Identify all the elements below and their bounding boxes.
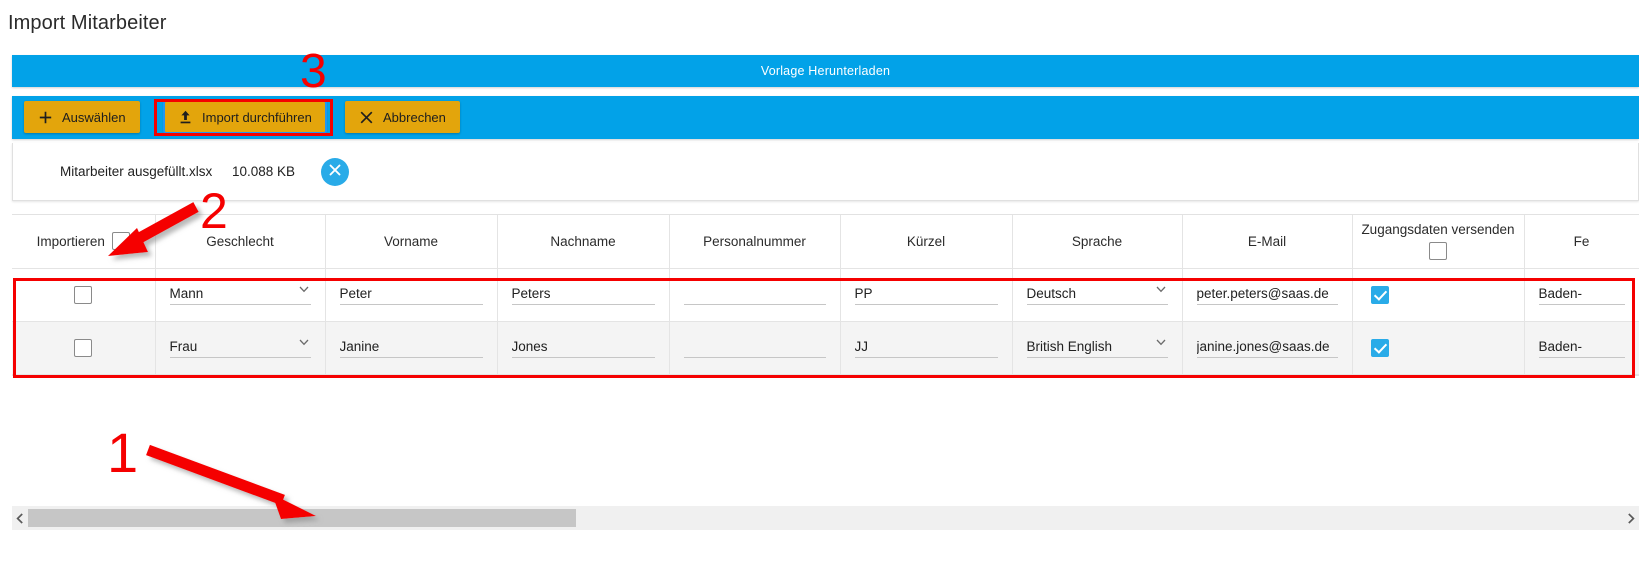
sprache-select[interactable]: British English	[1026, 337, 1168, 358]
import-preview-table-wrapper: Importieren Geschlecht Vorname Nachname …	[12, 214, 1639, 376]
email-input[interactable]	[1196, 284, 1338, 305]
cancel-button[interactable]: Abbrechen	[345, 101, 460, 133]
table-body: Mann Peter Peters PP Deutsch peter.peter…	[12, 268, 1639, 375]
chevron-left-icon[interactable]	[12, 506, 28, 530]
cell-sprache: Deutsch	[1012, 268, 1183, 322]
remove-file-button[interactable]	[321, 157, 349, 186]
cell-vorname	[325, 321, 498, 375]
page-title: Import Mitarbeiter	[8, 12, 167, 34]
kuerzel-input[interactable]	[854, 284, 998, 305]
nachname-input[interactable]	[511, 284, 655, 305]
select-all-import-checkbox[interactable]	[111, 232, 130, 251]
selected-file-size: 10.088 KB	[232, 164, 296, 179]
table-row: Mann Peter Peters PP Deutsch peter.peter…	[12, 268, 1639, 322]
sprache-select[interactable]: Deutsch	[1026, 284, 1168, 305]
cell-zugangsdaten	[1352, 268, 1525, 322]
scrollbar-track[interactable]	[28, 506, 1623, 530]
column-header-kuerzel: Kürzel	[840, 215, 1013, 269]
column-header-vorname: Vorname	[325, 215, 498, 269]
sprache-value: Deutsch	[1026, 286, 1077, 301]
row-import-checkbox[interactable]	[74, 338, 93, 357]
fe-input[interactable]	[1538, 284, 1625, 305]
personalnummer-input[interactable]	[683, 284, 826, 305]
import-preview-table: Importieren Geschlecht Vorname Nachname …	[12, 215, 1639, 375]
cancel-label: Abbrechen	[383, 109, 446, 125]
row-zugangsdaten-checkbox[interactable]	[1370, 338, 1389, 357]
table-header-row: Importieren Geschlecht Vorname Nachname …	[12, 215, 1639, 269]
column-header-zugangsdaten: Zugangsdaten versenden	[1352, 215, 1525, 269]
cell-importieren	[12, 321, 156, 375]
cell-geschlecht: Mann	[155, 268, 326, 322]
row-import-checkbox[interactable]	[74, 285, 93, 304]
column-header-zugangsdaten-label: Zugangsdaten versenden	[1361, 222, 1515, 238]
annotation-number-1: 1	[107, 421, 139, 484]
cell-personalnummer	[669, 321, 841, 375]
email-input[interactable]	[1196, 337, 1338, 358]
cell-kuerzel	[840, 268, 1013, 322]
sprache-value: British English	[1026, 339, 1113, 354]
chevron-down-icon	[1156, 286, 1166, 296]
column-header-email: E-Mail	[1182, 215, 1353, 269]
cell-nachname	[497, 321, 670, 375]
chevron-right-icon[interactable]	[1623, 506, 1639, 530]
select-all-zugangsdaten-checkbox[interactable]	[1429, 242, 1447, 261]
chevron-down-icon	[299, 339, 309, 349]
close-x-icon	[359, 111, 374, 124]
kuerzel-input[interactable]	[854, 337, 998, 358]
import-durchfuehren-label: Import durchführen	[202, 109, 312, 125]
cell-personalnummer	[669, 268, 841, 322]
cell-nachname	[497, 268, 670, 322]
upload-icon	[178, 110, 193, 124]
cell-fe	[1524, 268, 1639, 322]
cell-fe	[1524, 321, 1639, 375]
chevron-down-icon	[299, 286, 309, 296]
cell-zugangsdaten	[1352, 321, 1525, 375]
cell-sprache: British English	[1012, 321, 1183, 375]
action-toolbar: Auswählen Import durchführen Abbrechen	[12, 96, 1639, 139]
select-file-label: Auswählen	[62, 109, 126, 125]
geschlecht-value: Mann	[169, 286, 204, 301]
vorname-input[interactable]	[339, 337, 483, 358]
column-header-personalnummer: Personalnummer	[669, 215, 841, 269]
cell-email	[1182, 268, 1353, 322]
vorname-input[interactable]	[339, 284, 483, 305]
column-header-importieren: Importieren	[12, 215, 156, 269]
cell-kuerzel	[840, 321, 1013, 375]
close-circle-icon	[329, 164, 341, 179]
horizontal-scrollbar[interactable]	[12, 506, 1639, 530]
download-template-label: Vorlage Herunterladen	[760, 64, 891, 78]
select-file-button[interactable]: Auswählen	[24, 101, 140, 133]
fe-input[interactable]	[1538, 337, 1625, 358]
import-durchfuehren-button[interactable]: Import durchführen	[163, 100, 327, 134]
import-mitarbeiter-page: Import Mitarbeiter Vorlage Herunterladen…	[0, 0, 1639, 564]
cell-geschlecht: Frau	[155, 321, 326, 375]
row-zugangsdaten-checkbox[interactable]	[1370, 285, 1389, 304]
selected-file-name: Mitarbeiter ausgefüllt.xlsx	[60, 164, 213, 179]
column-header-fe: Fe	[1524, 215, 1639, 269]
column-header-geschlecht: Geschlecht	[155, 215, 326, 269]
download-template-bar[interactable]: Vorlage Herunterladen	[12, 55, 1639, 87]
plus-icon	[38, 111, 53, 124]
geschlecht-select[interactable]: Mann	[169, 284, 311, 305]
geschlecht-select[interactable]: Frau	[169, 337, 311, 358]
column-header-sprache: Sprache	[1012, 215, 1183, 269]
cell-importieren	[12, 268, 156, 322]
cell-vorname	[325, 268, 498, 322]
column-header-nachname: Nachname	[497, 215, 670, 269]
geschlecht-value: Frau	[169, 339, 198, 354]
scrollbar-thumb[interactable]	[28, 509, 576, 527]
column-header-importieren-label: Importieren	[36, 233, 105, 249]
table-row: Frau Janine Jones JJ British English jan…	[12, 321, 1639, 375]
personalnummer-input[interactable]	[683, 337, 826, 358]
nachname-input[interactable]	[511, 337, 655, 358]
selected-file-panel: Mitarbeiter ausgefüllt.xlsx 10.088 KB	[12, 143, 1639, 201]
chevron-down-icon	[1156, 339, 1166, 349]
cell-email	[1182, 321, 1353, 375]
